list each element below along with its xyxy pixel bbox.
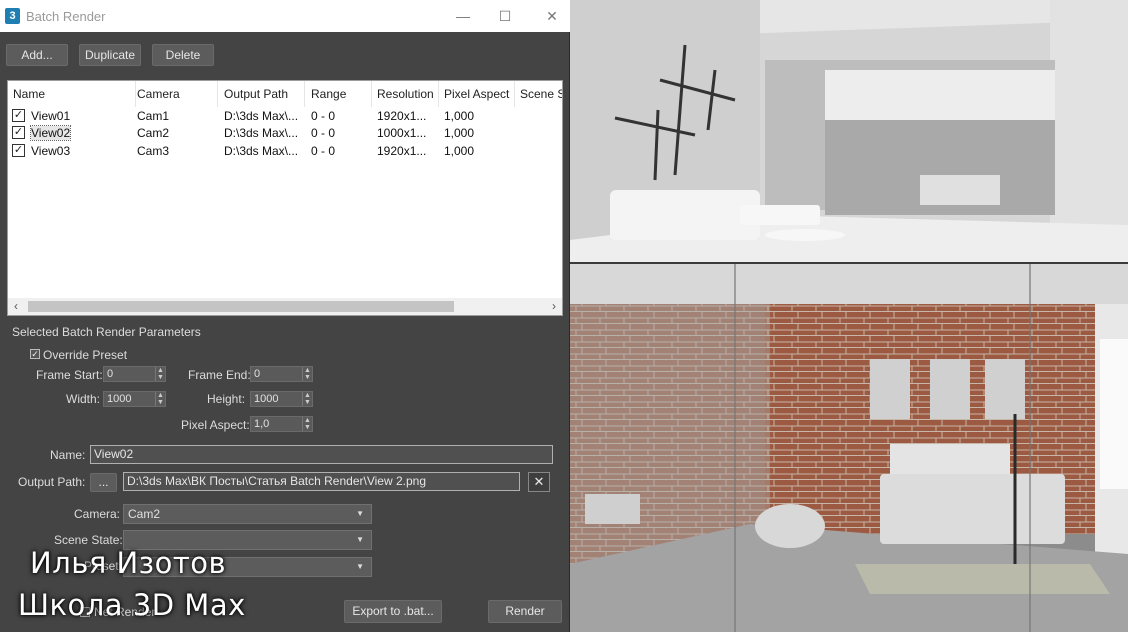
frame-start-label: Frame Start:: [36, 368, 103, 382]
pixel-aspect-label: Pixel Aspect:: [181, 418, 250, 432]
render-preview-clay: [570, 0, 1128, 262]
final-render-image: [570, 264, 1128, 632]
column-header-range[interactable]: Range: [306, 81, 372, 107]
height-label: Height:: [207, 392, 246, 406]
column-header-name[interactable]: Name: [8, 81, 136, 107]
render-button[interactable]: Render: [488, 600, 562, 623]
watermark-school: Школа 3D Max: [18, 588, 246, 622]
add-button[interactable]: Add...: [6, 44, 68, 66]
title-bar: 3 Batch Render — ☐ ✕: [0, 0, 570, 32]
export-bat-button[interactable]: Export to .bat...: [344, 600, 442, 623]
frame-start-spinner[interactable]: 0 ▲ ▼: [103, 366, 166, 382]
row-name: View01: [31, 109, 71, 123]
output-path-input[interactable]: D:\3ds Max\ВК Посты\Статья Batch Render\…: [123, 472, 520, 491]
row-camera: Cam1: [137, 109, 170, 123]
batch-views-table[interactable]: Name Camera Output Path Range Resolution…: [7, 80, 563, 316]
row-pixel-aspect: 1,000: [444, 144, 475, 158]
table-row[interactable]: ✓ View02 Cam2 D:\3ds Max\... 0 - 0 1000x…: [8, 124, 562, 142]
3ds-max-app-icon: 3: [5, 8, 20, 24]
name-label: Name:: [50, 448, 86, 462]
spinner-arrows-icon[interactable]: ▲ ▼: [302, 417, 312, 431]
camera-label: Camera:: [74, 507, 121, 521]
output-path-label: Output Path:: [18, 475, 86, 489]
width-spinner[interactable]: 1000 ▲ ▼: [103, 391, 166, 407]
spinner-arrows-icon[interactable]: ▲ ▼: [155, 392, 165, 406]
frame-end-value: 0: [254, 368, 261, 380]
minimize-button[interactable]: —: [448, 6, 478, 26]
row-range: 0 - 0: [311, 144, 336, 158]
frame-end-label: Frame End:: [188, 368, 251, 382]
name-input[interactable]: View02: [90, 445, 553, 464]
chevron-down-icon: ▼: [356, 509, 364, 518]
row-resolution: 1920x1...: [377, 109, 427, 123]
scroll-left-icon[interactable]: ‹: [8, 298, 24, 315]
table-row[interactable]: ✓ View03 Cam3 D:\3ds Max\... 0 - 0 1920x…: [8, 142, 562, 160]
height-spinner[interactable]: 1000 ▲ ▼: [250, 391, 313, 407]
row-output-path: D:\3ds Max\...: [224, 126, 299, 140]
browse-output-button[interactable]: ...: [90, 473, 117, 492]
frame-end-spinner[interactable]: 0 ▲ ▼: [250, 366, 313, 382]
row-name: View03: [31, 144, 71, 158]
row-range: 0 - 0: [311, 109, 336, 123]
section-title: Selected Batch Render Parameters: [12, 325, 201, 339]
camera-dropdown[interactable]: Cam2 ▼: [123, 504, 372, 524]
spinner-arrows-icon[interactable]: ▲ ▼: [302, 392, 312, 406]
watermark-author: Илья Изотов: [30, 546, 227, 580]
window-title: Batch Render: [26, 9, 106, 24]
row-output-path: D:\3ds Max\...: [224, 144, 299, 158]
width-label: Width:: [66, 392, 101, 406]
scrollbar-thumb[interactable]: [28, 301, 454, 312]
row-name: View02: [29, 125, 72, 141]
row-resolution: 1920x1...: [377, 144, 427, 158]
scene-state-label: Scene State:: [54, 533, 123, 547]
row-enable-checkbox[interactable]: ✓: [12, 109, 25, 122]
chevron-down-icon: ▼: [356, 562, 364, 571]
row-resolution: 1000x1...: [377, 126, 427, 140]
horizontal-scrollbar[interactable]: ‹ ›: [8, 298, 562, 315]
spinner-arrows-icon[interactable]: ▲ ▼: [302, 367, 312, 381]
duplicate-button[interactable]: Duplicate: [79, 44, 141, 66]
override-preset-checkbox[interactable]: ✓: [30, 349, 40, 359]
width-value: 1000: [107, 393, 132, 405]
camera-value: Cam2: [128, 507, 161, 521]
pixel-aspect-value: 1,0: [254, 418, 270, 430]
height-value: 1000: [254, 393, 279, 405]
row-enable-checkbox[interactable]: ✓: [12, 144, 25, 157]
scroll-right-icon[interactable]: ›: [546, 298, 562, 315]
row-camera: Cam2: [137, 126, 170, 140]
row-camera: Cam3: [137, 144, 170, 158]
batch-render-dialog: 3 Batch Render — ☐ ✕ Add... Duplicate De…: [0, 0, 570, 632]
row-pixel-aspect: 1,000: [444, 109, 475, 123]
column-header-scene-state[interactable]: Scene St: [515, 81, 562, 107]
row-output-path: D:\3ds Max\...: [224, 109, 299, 123]
spinner-arrows-icon[interactable]: ▲ ▼: [155, 367, 165, 381]
render-preview-final: [570, 264, 1128, 632]
column-header-output-path[interactable]: Output Path: [219, 81, 305, 107]
pixel-aspect-spinner[interactable]: 1,0 ▲ ▼: [250, 416, 313, 432]
close-button[interactable]: ✕: [537, 6, 567, 26]
maximize-button[interactable]: ☐: [490, 6, 520, 26]
clear-output-path-icon[interactable]: ✕: [528, 472, 550, 492]
table-row[interactable]: ✓ View01 Cam1 D:\3ds Max\... 0 - 0 1920x…: [8, 107, 562, 125]
row-enable-checkbox[interactable]: ✓: [12, 126, 25, 139]
override-preset-label: Override Preset: [43, 348, 128, 362]
clay-render-image: [570, 0, 1128, 262]
column-header-pixel-aspect[interactable]: Pixel Aspect: [439, 81, 515, 107]
row-range: 0 - 0: [311, 126, 336, 140]
row-pixel-aspect: 1,000: [444, 126, 475, 140]
column-header-resolution[interactable]: Resolution: [372, 81, 439, 107]
delete-button[interactable]: Delete: [152, 44, 214, 66]
chevron-down-icon: ▼: [356, 535, 364, 544]
frame-start-value: 0: [107, 368, 114, 380]
column-header-camera[interactable]: Camera: [132, 81, 218, 107]
table-header: Name Camera Output Path Range Resolution…: [8, 81, 562, 107]
